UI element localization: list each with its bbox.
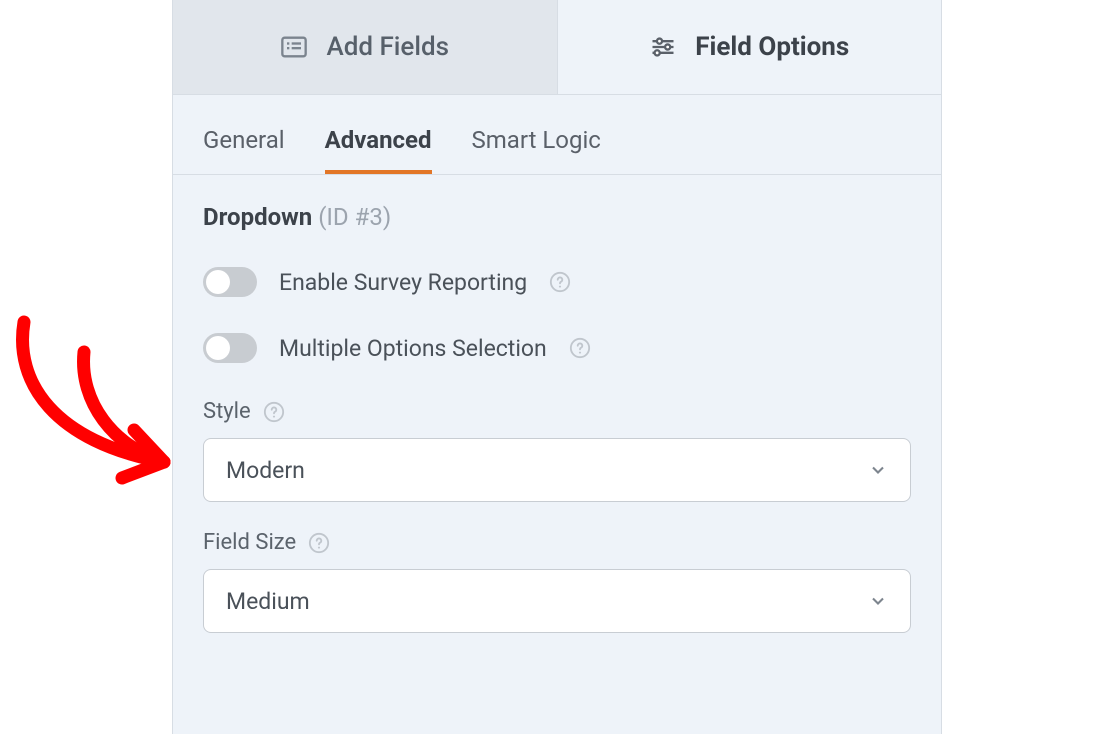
style-field-group: Style Modern bbox=[203, 399, 911, 502]
help-icon[interactable] bbox=[263, 401, 285, 423]
field-size-group: Field Size Medium bbox=[203, 530, 911, 633]
survey-reporting-row: Enable Survey Reporting bbox=[203, 267, 911, 297]
chevron-down-icon bbox=[868, 591, 888, 611]
style-select-value: Modern bbox=[226, 457, 305, 484]
sub-tab-smart-logic[interactable]: Smart Logic bbox=[472, 126, 601, 174]
style-label: Style bbox=[203, 399, 251, 424]
multiple-selection-label: Multiple Options Selection bbox=[279, 335, 547, 362]
style-select[interactable]: Modern bbox=[203, 438, 911, 502]
field-id-text: (ID #3) bbox=[318, 203, 391, 231]
advanced-content: Dropdown (ID #3) Enable Survey Reporting… bbox=[173, 175, 941, 633]
form-list-icon bbox=[280, 33, 308, 61]
survey-reporting-toggle[interactable] bbox=[203, 267, 257, 297]
field-size-select[interactable]: Medium bbox=[203, 569, 911, 633]
field-heading: Dropdown (ID #3) bbox=[203, 203, 911, 231]
tab-add-fields-label: Add Fields bbox=[326, 32, 449, 62]
top-tab-bar: Add Fields Field Options bbox=[173, 0, 941, 95]
help-icon[interactable] bbox=[308, 532, 330, 554]
sub-tab-bar: General Advanced Smart Logic bbox=[173, 117, 941, 175]
help-icon[interactable] bbox=[549, 271, 571, 293]
field-size-select-value: Medium bbox=[226, 588, 310, 615]
field-type-name: Dropdown bbox=[203, 203, 312, 231]
tab-add-fields[interactable]: Add Fields bbox=[173, 0, 558, 94]
multiple-selection-toggle[interactable] bbox=[203, 333, 257, 363]
sub-tab-general[interactable]: General bbox=[203, 126, 285, 174]
multiple-selection-row: Multiple Options Selection bbox=[203, 333, 911, 363]
field-options-panel: Add Fields Field Options General Advance… bbox=[172, 0, 942, 734]
chevron-down-icon bbox=[868, 460, 888, 480]
survey-reporting-label: Enable Survey Reporting bbox=[279, 269, 527, 296]
tab-field-options[interactable]: Field Options bbox=[558, 0, 942, 94]
tab-field-options-label: Field Options bbox=[695, 32, 849, 62]
help-icon[interactable] bbox=[569, 337, 591, 359]
sliders-icon bbox=[649, 33, 677, 61]
field-size-label: Field Size bbox=[203, 530, 296, 555]
sub-tab-advanced[interactable]: Advanced bbox=[325, 126, 432, 174]
